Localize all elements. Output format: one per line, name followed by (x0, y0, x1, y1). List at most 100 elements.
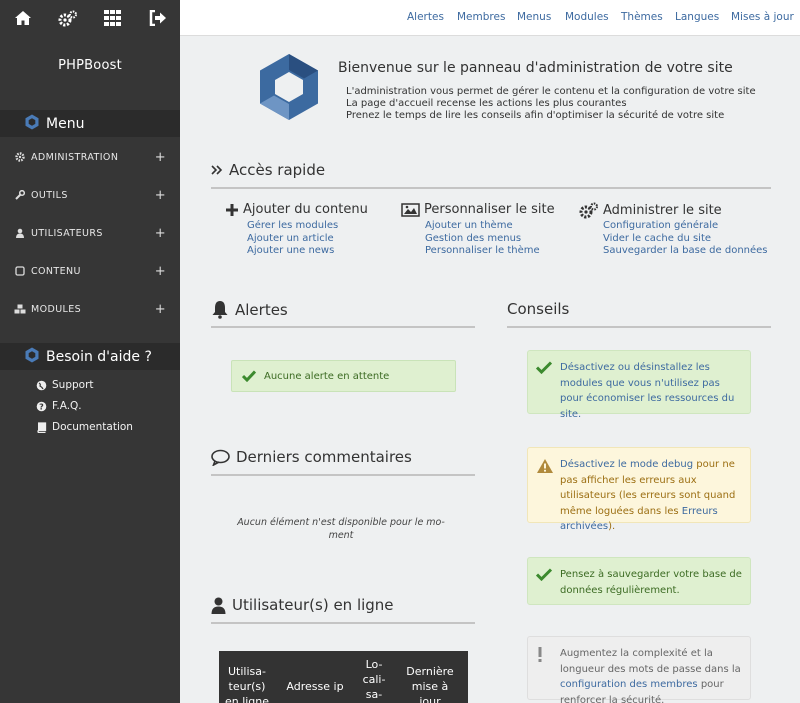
sidebar-item-label: CONTENU (31, 265, 81, 277)
user-icon (211, 597, 226, 614)
user-icon (14, 228, 26, 238)
tip-password: Augmentez la complexité et la longueur d… (527, 636, 751, 703)
picture-icon (401, 202, 420, 217)
help-link-label: F.A.Q. (52, 400, 82, 412)
divider (211, 326, 475, 328)
alerts-heading: Alertes (211, 300, 288, 319)
quick-link[interactable]: Personnaliser le thème (425, 245, 540, 256)
warning-icon (536, 458, 554, 480)
cubes-icon (14, 304, 26, 314)
square-icon (14, 266, 26, 276)
no-comments-message: Aucun élément n'est disponible pour le m… (237, 517, 445, 541)
welcome-title: Bienvenue sur le panneau d'administratio… (338, 60, 733, 76)
topnav-menus[interactable]: Menus (517, 11, 551, 23)
topnav-alertes[interactable]: Alertes (407, 11, 444, 23)
help-header: Besoin d'aide ? (0, 343, 180, 370)
quick-group-title: Ajouter du contenu (225, 202, 368, 217)
quick-link[interactable]: Gestion des menus (425, 233, 521, 244)
quick-link[interactable]: Ajouter une news (247, 245, 334, 256)
help-link-faq[interactable]: ? F.A.Q. (36, 398, 82, 414)
check-icon (535, 568, 553, 587)
topnav-langues[interactable]: Langues (675, 11, 719, 23)
quick-link[interactable]: Ajouter un thème (425, 220, 513, 231)
topnav-membres[interactable]: Membres (457, 11, 505, 23)
quick-link[interactable]: Configuration générale (603, 220, 718, 231)
welcome-line: Prenez le temps de lire les conseils afi… (346, 110, 725, 121)
expand-plus-icon[interactable]: + (155, 302, 166, 317)
question-icon: ? (36, 401, 48, 412)
quick-link[interactable]: Vider le cache du site (603, 233, 711, 244)
topnav-themes[interactable]: Thèmes (621, 11, 663, 23)
check-icon (535, 361, 553, 380)
quick-link[interactable]: Ajouter un article (247, 233, 334, 244)
help-link-label: Support (52, 379, 94, 391)
bell-icon (211, 300, 229, 319)
quick-group-title: Personnaliser le site (401, 202, 555, 217)
welcome-line: La page d'accueil recense les actions le… (346, 98, 627, 109)
phpboost-logo (257, 52, 321, 126)
sidebar-top-icons (0, 0, 180, 36)
table-header-last-update[interactable]: Dernière mise à jour (400, 664, 460, 703)
table-header-user[interactable]: Utilisa-teur(s) en ligne (223, 664, 271, 703)
menu-header: Menu (0, 110, 180, 137)
exclamation-icon (536, 647, 544, 669)
tip-debug: Désactivez le mode debug pour ne pas aff… (527, 447, 751, 532)
expand-plus-icon[interactable]: + (155, 264, 166, 279)
wrench-icon (14, 190, 26, 200)
tip-backup: Pensez à sauvegarder votre base de donné… (527, 557, 751, 605)
table-header-ip[interactable]: Adresse ip (279, 679, 351, 694)
no-alerts-message: Aucune alerte en attente (231, 360, 456, 392)
help-link-label: Documentation (52, 421, 133, 433)
divider (211, 474, 475, 476)
quick-link[interactable]: Sauvegarder la base de données (603, 245, 768, 256)
cogs-icon[interactable] (45, 0, 90, 36)
sidebar-item-contenu[interactable]: CONTENU + (0, 261, 180, 281)
help-title: Besoin d'aide ? (46, 348, 152, 365)
book-icon (36, 421, 48, 433)
quick-group-title: Administrer le site (579, 202, 722, 219)
sidebar-item-modules[interactable]: MODULES + (0, 299, 180, 319)
expand-plus-icon[interactable]: + (155, 150, 166, 165)
sidebar-item-label: UTILISATEURS (31, 227, 103, 239)
expand-plus-icon[interactable]: + (155, 188, 166, 203)
sidebar-item-administration[interactable]: ADMINISTRATION + (0, 147, 180, 167)
cog-icon (14, 152, 26, 162)
double-chevron-icon (211, 164, 223, 176)
quick-link[interactable]: Gérer les modules (247, 220, 338, 231)
sidebar-item-label: OUTILS (31, 189, 68, 201)
divider (211, 622, 475, 624)
sign-out-icon[interactable] (135, 0, 180, 36)
welcome-line: L'administration vous permet de gérer le… (346, 86, 756, 97)
sidebar-item-label: ADMINISTRATION (31, 151, 119, 163)
help-link-support[interactable]: Support (36, 377, 94, 393)
tip-modules: Désactivez ou désinstallez les modules q… (527, 350, 751, 420)
tips-heading: Conseils (507, 300, 570, 318)
table-header-location[interactable]: Lo-cali-sa- (358, 657, 390, 702)
sidebar-item-label: MODULES (31, 303, 82, 315)
svg-text:?: ? (39, 402, 44, 411)
menu-title: Menu (46, 115, 85, 132)
top-navigation: Alertes Membres Menus Modules Thèmes Lan… (180, 0, 800, 36)
divider (507, 326, 771, 328)
comment-icon (211, 449, 230, 466)
topnav-mises-a-jour[interactable]: Mises à jour (731, 11, 794, 23)
online-users-heading: Utilisateur(s) en ligne (211, 596, 394, 614)
help-link-documentation[interactable]: Documentation (36, 419, 133, 435)
grid-icon[interactable] (90, 0, 135, 36)
brand-name[interactable]: PHPBoost (0, 58, 180, 73)
phpboost-logo-icon (24, 347, 40, 367)
sidebar-item-utilisateurs[interactable]: UTILISATEURS + (0, 223, 180, 243)
cogs-icon (579, 202, 599, 219)
sidebar-item-outils[interactable]: OUTILS + (0, 185, 180, 205)
online-users-table: Utilisa-teur(s) en ligne Adresse ip Lo-ca… (219, 651, 468, 703)
comments-heading: Derniers commentaires (211, 448, 412, 466)
expand-plus-icon[interactable]: + (155, 226, 166, 241)
plus-icon (225, 203, 239, 217)
quick-access-heading: Accès rapide (211, 161, 325, 179)
topnav-modules[interactable]: Modules (565, 11, 609, 23)
phpboost-logo-icon (24, 114, 40, 134)
sidebar: PHPBoost Menu ADMINISTRATION + OUTILS + … (0, 0, 180, 703)
check-icon (242, 370, 256, 382)
globe-icon (36, 380, 48, 391)
home-icon[interactable] (0, 0, 45, 36)
